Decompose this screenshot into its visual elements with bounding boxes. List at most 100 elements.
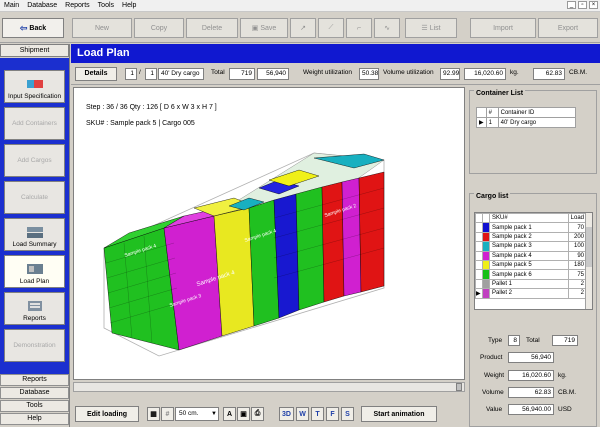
total-qty: 719 xyxy=(229,68,255,80)
weight-utilization-label: Weight utilization xyxy=(303,69,353,76)
table-row[interactable]: Sample pack 4 90 xyxy=(475,250,588,261)
bottom-toolbar: Edit loading ▦ # 50 cm. ▼ A ▣ ⎙ 3D W T F… xyxy=(71,400,471,427)
slider-thumb[interactable] xyxy=(456,383,462,391)
menu-help[interactable]: Help xyxy=(118,2,140,9)
container-index: 1 xyxy=(125,68,137,80)
cargo-sku: Sample pack 4 xyxy=(489,250,569,261)
container-count: 1 xyxy=(145,68,157,80)
table-row[interactable]: Sample pack 1 70 xyxy=(475,222,588,233)
nav-footer-help[interactable]: Help xyxy=(0,413,69,425)
menu-tools[interactable]: Tools xyxy=(94,2,118,9)
scrollbar-thumb[interactable] xyxy=(586,227,592,267)
table-row[interactable]: Sample pack 3 100 xyxy=(475,241,588,252)
table-row[interactable]: Sample pack 5 180 xyxy=(475,259,588,271)
zoom-select[interactable]: 50 cm. ▼ xyxy=(175,407,219,421)
delete-button[interactable]: Delete xyxy=(186,18,238,38)
tool-chart-button[interactable]: ∿ xyxy=(374,18,400,38)
nav-footer-tools[interactable]: Tools xyxy=(0,400,69,412)
tool-corner-button[interactable]: ⌐ xyxy=(346,18,372,38)
cargo-load: 90 xyxy=(567,250,588,261)
details-button[interactable]: Details xyxy=(75,67,117,81)
volume-unit: CB.M. xyxy=(569,69,588,76)
cargo-table: SKU# Load Sample pack 1 70 Sample pack 2 20… xyxy=(474,212,593,310)
import-button[interactable]: Import xyxy=(470,18,536,38)
nav-item-calculate[interactable]: Calculate xyxy=(4,181,65,214)
view-w-button[interactable]: W xyxy=(296,407,309,421)
volume-unit-right: CB.M. xyxy=(558,389,577,396)
nav-shipment-header[interactable]: Shipment xyxy=(0,44,69,57)
corner-icon: ⌐ xyxy=(356,24,362,32)
start-animation-button[interactable]: Start animation xyxy=(361,406,437,422)
view-t-button[interactable]: T xyxy=(311,407,324,421)
nav-item-load-summary[interactable]: Load Summary xyxy=(4,218,65,251)
step-slider[interactable] xyxy=(73,382,465,392)
save-button[interactable]: ▣ Save xyxy=(240,18,288,38)
table-row[interactable]: Sample pack 6 75 xyxy=(475,269,588,280)
save-view-icon[interactable]: ▣ xyxy=(237,407,250,421)
copy-button[interactable]: Copy xyxy=(134,18,184,38)
menu-reports[interactable]: Reports xyxy=(61,2,94,9)
back-button[interactable]: ⇦ Back xyxy=(2,18,64,38)
weight-value-right: 16,020.60 xyxy=(508,370,554,381)
table-row[interactable]: Pallet 12 xyxy=(475,278,588,290)
nav-panel: Input Specification Add Containers Add C… xyxy=(0,58,69,374)
nav-item-add-cargos[interactable]: Add Cargos xyxy=(4,144,65,177)
print-icon[interactable]: ⎙ xyxy=(251,407,264,421)
grid-icon[interactable]: # xyxy=(161,407,174,421)
page-title: Load Plan xyxy=(71,44,600,63)
tool-arrow-button[interactable]: ↗ xyxy=(290,18,316,38)
container-table: # Container ID ▶ 1 40' Dry cargo xyxy=(476,107,577,128)
nav-item-reports[interactable]: Reports xyxy=(4,292,65,325)
color-palette-icon[interactable]: ▦ xyxy=(147,407,160,421)
cargo-scrollbar[interactable] xyxy=(585,213,592,309)
list-icon: ☰ xyxy=(421,25,428,32)
close-icon[interactable]: × xyxy=(589,1,598,9)
edit-loading-button[interactable]: Edit loading xyxy=(75,406,139,422)
nav-footer-reports[interactable]: Reports xyxy=(0,374,69,386)
type-value: 8 xyxy=(508,335,520,346)
font-icon[interactable]: A xyxy=(223,407,236,421)
cargo-sku: Sample pack 5 xyxy=(489,259,569,271)
volume-utilization-value: 92.99 xyxy=(440,68,460,80)
table-row[interactable]: Sample pack 2 200 xyxy=(475,231,588,243)
container-list-group: Container List # Container ID ▶ 1 40' Dr… xyxy=(469,90,597,174)
cargo-color-swatch xyxy=(482,259,490,271)
toolbar: ⇦ Back New Copy Delete ▣ Save ↗ ⟋ ⌐ ∿ ☰ Li… xyxy=(0,13,600,43)
cargo-color-swatch xyxy=(482,278,490,290)
table-row[interactable]: ▶ Pallet 22 xyxy=(475,288,588,299)
nav-item-load-plan[interactable]: Load Plan xyxy=(4,255,65,288)
product-value: 56,940 xyxy=(508,352,554,363)
menu-database[interactable]: Database xyxy=(23,2,61,9)
weight-unit: kg. xyxy=(510,69,519,76)
total-value: 56,940 xyxy=(257,68,289,80)
cargo-sku: Sample pack 3 xyxy=(489,241,569,252)
cargo-list-group: Cargo list SKU# Load Sample pack 1 70 Samp… xyxy=(469,193,597,427)
tool-line-button[interactable]: ⟋ xyxy=(318,18,344,38)
restore-icon[interactable]: ▫ xyxy=(578,1,587,9)
minimize-icon[interactable]: _ xyxy=(567,1,576,9)
view-s-button[interactable]: S xyxy=(341,407,354,421)
container-stack-icon xyxy=(26,227,43,238)
container-col-num: # xyxy=(485,107,499,118)
list-button[interactable]: ☰ List xyxy=(405,18,457,38)
total-value-right: 719 xyxy=(552,335,578,346)
menu-main[interactable]: Main xyxy=(0,2,23,9)
cargo-col-load: Load xyxy=(567,213,588,224)
export-button[interactable]: Export xyxy=(538,18,598,38)
table-row[interactable]: ▶ 1 40' Dry cargo xyxy=(476,117,577,128)
cargo-sku: Sample pack 2 xyxy=(489,231,569,243)
nav-item-demonstration[interactable]: Demonstration xyxy=(4,329,65,362)
cargo-load: 2 xyxy=(567,278,588,290)
view-f-button[interactable]: F xyxy=(326,407,339,421)
nav-footer-database[interactable]: Database xyxy=(0,387,69,399)
total-label: Total xyxy=(211,69,225,76)
index-slash: / xyxy=(139,69,141,76)
new-button[interactable]: New xyxy=(72,18,132,38)
nav-item-add-containers[interactable]: Add Containers xyxy=(4,107,65,140)
view-3d-button[interactable]: 3D xyxy=(279,407,294,421)
nav-item-input-specification[interactable]: Input Specification xyxy=(4,70,65,103)
cargo-color-swatch xyxy=(482,231,490,243)
load-plan-3d-view[interactable]: Step : 36 / 36 Qty : 126 [ D 6 x W 3 x H… xyxy=(73,87,465,380)
cargo-load: 200 xyxy=(567,231,588,243)
total-label-right: Total xyxy=(526,337,540,344)
